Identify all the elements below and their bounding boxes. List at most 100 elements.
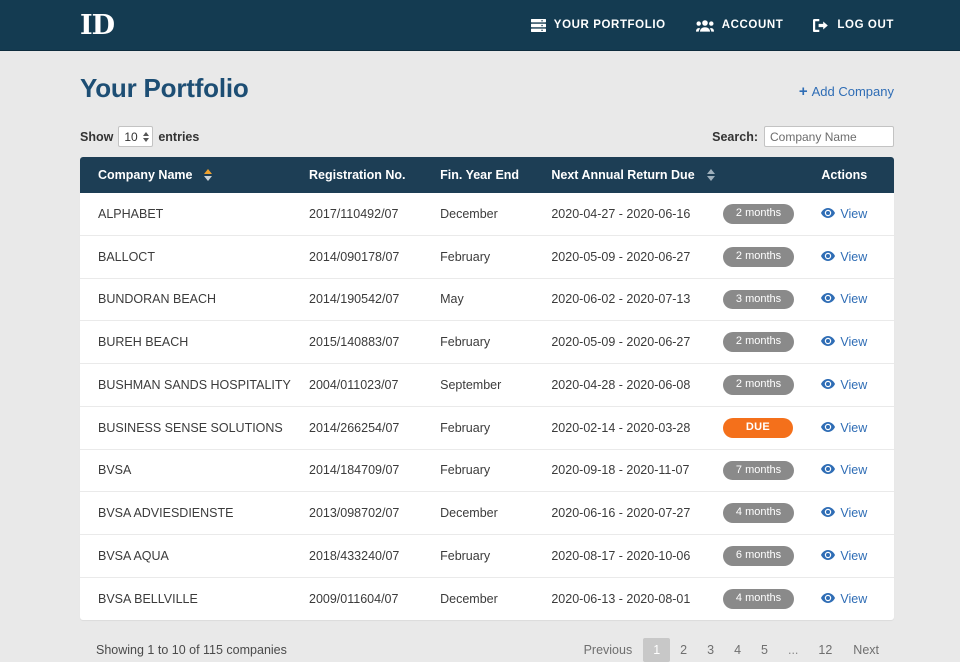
cell-status: 4 months bbox=[723, 492, 822, 535]
server-icon bbox=[531, 19, 546, 32]
cell-company-name: BUREH BEACH bbox=[80, 321, 309, 364]
view-label: View bbox=[840, 335, 867, 349]
cell-next-annual-return-due: 2020-04-28 - 2020-06-08 bbox=[551, 364, 723, 407]
cell-company-name: BVSA BELLVILLE bbox=[80, 577, 309, 619]
cell-actions: View bbox=[821, 535, 894, 578]
pagination-page-1[interactable]: 1 bbox=[643, 638, 670, 662]
cell-next-annual-return-due: 2020-02-14 - 2020-03-28 bbox=[551, 406, 723, 449]
eye-icon bbox=[821, 250, 835, 264]
cell-registration-no: 2015/140883/07 bbox=[309, 321, 440, 364]
table-controls: Show 10 entries Search: bbox=[80, 126, 894, 147]
plus-icon: + bbox=[799, 84, 808, 99]
eye-icon bbox=[821, 292, 835, 306]
show-label: Show bbox=[80, 130, 113, 144]
pagination-page-2[interactable]: 2 bbox=[670, 638, 697, 662]
cell-status: 2 months bbox=[723, 364, 822, 407]
cell-company-name: BVSA ADVIESDIENSTE bbox=[80, 492, 309, 535]
sort-icon[interactable] bbox=[707, 169, 715, 181]
entries-spinner[interactable] bbox=[143, 132, 149, 142]
pagination-page-12[interactable]: 12 bbox=[808, 638, 842, 662]
search-label: Search: bbox=[712, 130, 758, 144]
cell-registration-no: 2014/266254/07 bbox=[309, 406, 440, 449]
view-label: View bbox=[840, 250, 867, 264]
nav-item-label: LOG OUT bbox=[837, 19, 894, 31]
status-badge: 4 months bbox=[723, 503, 794, 523]
cell-company-name: ALPHABET bbox=[80, 193, 309, 235]
brand-logo[interactable]: ID bbox=[80, 0, 116, 50]
add-company-label: Add Company bbox=[812, 84, 894, 99]
nav-item-log-out[interactable]: LOG OUT bbox=[813, 19, 894, 32]
cell-next-annual-return-due: 2020-08-17 - 2020-10-06 bbox=[551, 535, 723, 578]
cell-registration-no: 2018/433240/07 bbox=[309, 535, 440, 578]
pagination-page-4[interactable]: 4 bbox=[724, 638, 751, 662]
spinner-down-icon[interactable] bbox=[143, 138, 149, 142]
view-button[interactable]: View bbox=[821, 335, 867, 349]
table-row: BUSINESS SENSE SOLUTIONS2014/266254/07Fe… bbox=[80, 406, 894, 449]
pagination-next[interactable]: Next bbox=[842, 638, 890, 662]
cell-status: 2 months bbox=[723, 193, 822, 235]
search-input[interactable] bbox=[764, 126, 894, 147]
pagination-previous[interactable]: Previous bbox=[573, 638, 644, 662]
column-header-registration-no[interactable]: Registration No. bbox=[309, 157, 440, 193]
status-badge: 3 months bbox=[723, 290, 794, 310]
view-button[interactable]: View bbox=[821, 207, 867, 221]
column-label: Registration No. bbox=[309, 168, 406, 182]
page-title: Your Portfolio bbox=[80, 73, 249, 104]
view-button[interactable]: View bbox=[821, 506, 867, 520]
add-company-button[interactable]: + Add Company bbox=[799, 84, 894, 104]
cell-company-name: BVSA bbox=[80, 449, 309, 492]
view-button[interactable]: View bbox=[821, 549, 867, 563]
users-icon bbox=[696, 19, 714, 32]
cell-actions: View bbox=[821, 193, 894, 235]
table-row: BUSHMAN SANDS HOSPITALITY2004/011023/07S… bbox=[80, 364, 894, 407]
cell-company-name: BALLOCT bbox=[80, 235, 309, 278]
cell-actions: View bbox=[821, 278, 894, 321]
pagination-page-5[interactable]: 5 bbox=[751, 638, 778, 662]
column-header-company-name[interactable]: Company Name bbox=[80, 157, 309, 193]
cell-actions: View bbox=[821, 235, 894, 278]
cell-actions: View bbox=[821, 577, 894, 619]
cell-company-name: BVSA AQUA bbox=[80, 535, 309, 578]
companies-table: Company Name Registration No. Fin. Year … bbox=[80, 157, 894, 620]
column-header-actions: Actions bbox=[821, 157, 894, 193]
sort-ascending-icon[interactable] bbox=[204, 169, 212, 181]
cell-actions: View bbox=[821, 406, 894, 449]
view-button[interactable]: View bbox=[821, 592, 867, 606]
view-button[interactable]: View bbox=[821, 378, 867, 392]
entries-stepper[interactable]: 10 bbox=[118, 126, 153, 147]
status-badge: DUE bbox=[723, 418, 793, 438]
table-header-row: Company Name Registration No. Fin. Year … bbox=[80, 157, 894, 193]
spinner-up-icon[interactable] bbox=[143, 132, 149, 136]
cell-registration-no: 2009/011604/07 bbox=[309, 577, 440, 619]
pagination-ellipsis: ... bbox=[778, 638, 808, 662]
view-label: View bbox=[840, 592, 867, 606]
cell-registration-no: 2017/110492/07 bbox=[309, 193, 440, 235]
cell-registration-no: 2014/184709/07 bbox=[309, 449, 440, 492]
cell-status: 2 months bbox=[723, 235, 822, 278]
column-header-next-annual-return-due[interactable]: Next Annual Return Due bbox=[551, 157, 723, 193]
view-button[interactable]: View bbox=[821, 292, 867, 306]
nav-item-account[interactable]: ACCOUNT bbox=[696, 19, 784, 32]
table-row: BVSA AQUA2018/433240/07February2020-08-1… bbox=[80, 535, 894, 578]
nav-item-your-portfolio[interactable]: YOUR PORTFOLIO bbox=[531, 19, 666, 32]
cell-registration-no: 2014/190542/07 bbox=[309, 278, 440, 321]
cell-fin-year-end: February bbox=[440, 406, 551, 449]
eye-icon bbox=[821, 506, 835, 520]
entries-label: entries bbox=[158, 130, 199, 144]
cell-next-annual-return-due: 2020-09-18 - 2020-11-07 bbox=[551, 449, 723, 492]
cell-fin-year-end: February bbox=[440, 449, 551, 492]
column-header-fin-year-end[interactable]: Fin. Year End bbox=[440, 157, 551, 193]
cell-status: 3 months bbox=[723, 278, 822, 321]
cell-actions: View bbox=[821, 321, 894, 364]
top-navbar: ID YOUR PORTFOLIO bbox=[0, 0, 960, 51]
cell-status: DUE bbox=[723, 406, 822, 449]
view-button[interactable]: View bbox=[821, 463, 867, 477]
status-badge: 2 months bbox=[723, 375, 794, 395]
cell-next-annual-return-due: 2020-06-16 - 2020-07-27 bbox=[551, 492, 723, 535]
status-badge: 6 months bbox=[723, 546, 794, 566]
view-button[interactable]: View bbox=[821, 421, 867, 435]
table-head: Company Name Registration No. Fin. Year … bbox=[80, 157, 894, 193]
brand-logo-text: ID bbox=[80, 12, 116, 39]
pagination-page-3[interactable]: 3 bbox=[697, 638, 724, 662]
view-button[interactable]: View bbox=[821, 250, 867, 264]
